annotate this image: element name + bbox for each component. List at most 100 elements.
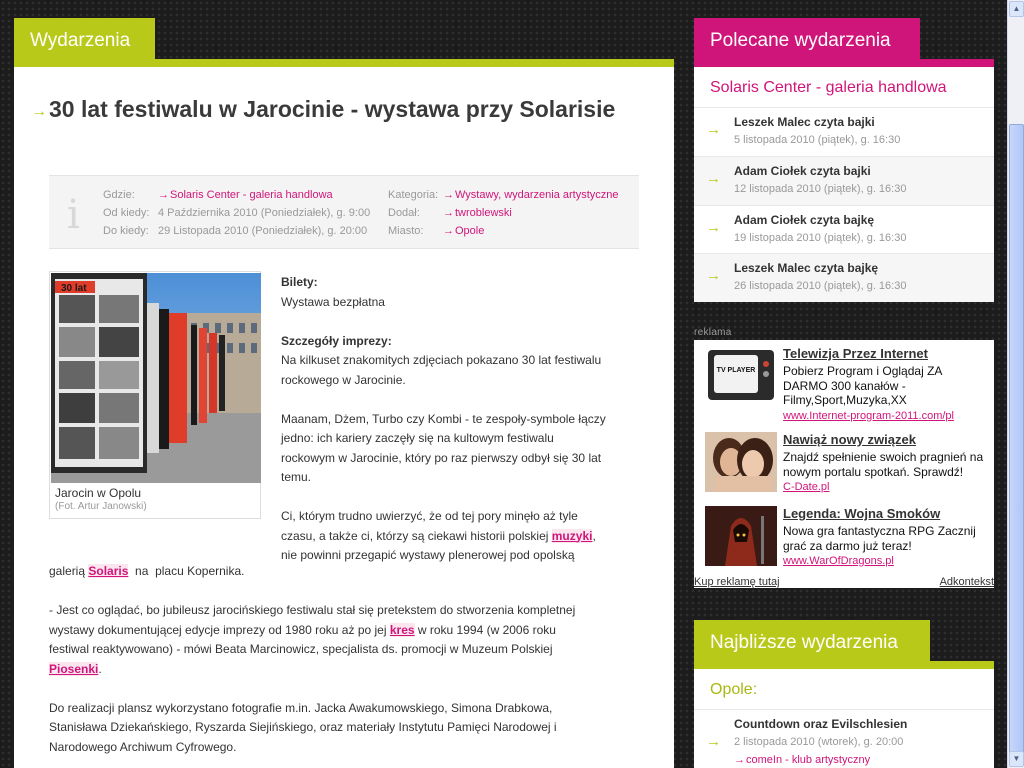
ad-url[interactable]: www.WarOfDragons.pl [783, 555, 894, 567]
paragraph-4-line-4: Piosenki. [49, 660, 649, 680]
ad-description: Nowa gra fantastyczna RPG Zacznij grać z… [783, 524, 976, 553]
ad-text: Nowa gra fantastyczna RPG Zacznij grać z… [783, 524, 988, 569]
recommended-event-date: 5 listopada 2010 (piątek), g. 16:30 [734, 134, 901, 146]
paragraph-4-text-end: w roku 1994 (w 2006 roku [414, 622, 556, 637]
info-from: Od kiedy: 4 Października 2010 (Poniedział… [103, 204, 370, 222]
scrollbar-thumb[interactable] [1009, 124, 1024, 762]
nearest-event-venue-link[interactable]: comeIn - klub artystyczny [734, 754, 870, 766]
paragraph-3-line-1: Ci, którym trudno uwierzyć, że od tej po… [281, 509, 578, 523]
paragraph-4-line-3: festiwal reaktywowano) - mówi Beata Marc… [49, 642, 553, 656]
info-added-link[interactable]: twroblewski [443, 207, 512, 219]
recommended-event-date: 26 listopada 2010 (piątek), g. 16:30 [734, 280, 907, 292]
recommended-event-item[interactable]: → Leszek Malec czyta bajki 5 listopada 2… [694, 108, 994, 156]
event-title: 30 lat festiwalu w Jarocinie - wystawa p… [49, 96, 616, 122]
paragraph-2-line-4: temu. [281, 470, 312, 484]
paragraph-2-line-1: Maanam, Dżem, Turbo czy Kombi - te zespo… [281, 411, 606, 426]
keyword-kres-link[interactable]: kres [389, 622, 415, 637]
info-category-link[interactable]: Wystawy, wydarzenia artystyczne [443, 189, 619, 201]
ad-title[interactable]: Nawiąż nowy związek [783, 432, 916, 447]
ad-item[interactable]: Nawiąż nowy związek Znajdź spełnienie sw… [694, 432, 994, 512]
info-from-value: 4 Października 2010 (Poniedziałek), g. 9… [158, 207, 371, 219]
info-added-label: Dodał: [388, 207, 420, 219]
warrior-photo-icon [705, 506, 777, 566]
paragraph-1-line-1: Na kilkuset znakomitych zdjęciach pokaza… [281, 353, 602, 367]
paragraph-2-line-3: rockowym w Jarocinie, który po raz pierw… [281, 450, 602, 465]
nearest-events-panel: Opole: → Countdown oraz Evilschlesien 2 … [694, 661, 994, 768]
recommended-events-panel: Solaris Center - galeria handlowa → Lesz… [694, 59, 994, 302]
recommended-event-date: 19 listopada 2010 (piątek), g. 16:30 [734, 232, 907, 244]
buy-ad-link[interactable]: Kup reklamę tutaj [694, 576, 780, 588]
recommended-event-item[interactable]: → Leszek Malec czyta bajkę 26 listopada … [694, 254, 994, 302]
info-city-label: Miasto: [388, 225, 424, 237]
ad-item[interactable]: Legenda: Wojna Smoków Nowa gra fantastyc… [694, 506, 994, 586]
paragraph-3-line-4: galerią Solaris na placu Kopernika. [49, 562, 649, 582]
info-from-label: Od kiedy: [103, 207, 150, 219]
scroll-up-arrow-icon[interactable]: ▲ [1009, 1, 1024, 17]
nearest-event-name[interactable]: Countdown oraz Evilschlesien [734, 717, 907, 731]
paragraph-3-text: czasu, a także ci, którzy są ciekawi his… [281, 528, 552, 543]
info-to-value: 29 Listopada 2010 (Poniedziałek), g. 20:… [158, 225, 368, 237]
info-category: Kategoria: Wystawy, wydarzenia artystyczn… [388, 186, 619, 204]
arrow-icon: → [706, 267, 721, 284]
ad-text: Znajdź spełnienie swoich pragnień na now… [783, 450, 988, 495]
nearest-events-tab[interactable]: Najbliższe wydarzenia [694, 620, 930, 661]
recommended-event-item[interactable]: → Adam Ciołek czyta bajki 12 listopada 2… [694, 157, 994, 205]
exhibition-sign-text: 30 lat [61, 283, 87, 294]
info-category-label: Kategoria: [388, 189, 439, 201]
tv-player-label: TV PLAYER [717, 367, 756, 374]
paragraph-3-ending: na placu Kopernika. [128, 564, 245, 578]
arrow-icon: → [706, 733, 721, 750]
recommended-event-name[interactable]: Adam Ciołek czyta bajkę [734, 213, 874, 227]
tv-player-icon: TV PLAYER [705, 346, 777, 406]
paragraph-2-line-2: jedno: ich kariery zaczęły się na kultow… [281, 431, 554, 445]
events-tab[interactable]: Wydarzenia [14, 18, 155, 59]
info-added: Dodał: twroblewski [388, 204, 512, 222]
ads-panel: TV PLAYER Telewizja Przez Internet Pobie… [694, 340, 994, 588]
paragraph-3-line-2: czasu, a także ci, którzy są ciekawi his… [281, 527, 651, 547]
arrow-icon: → [706, 219, 721, 236]
ad-provider-link[interactable]: Adkontekst [940, 576, 994, 588]
recommended-event-name[interactable]: Adam Ciołek czyta bajki [734, 164, 871, 178]
details-heading: Szczegóły imprezy: [281, 333, 392, 348]
keyword-muzyki-link[interactable]: muzyki [551, 528, 593, 543]
info-to-label: Do kiedy: [103, 225, 149, 237]
photo-caption: Jarocin w Opolu [55, 486, 142, 500]
tickets-heading: Bilety: [281, 275, 318, 289]
couple-photo-icon [705, 432, 777, 492]
nearest-event-date: 2 listopada 2010 (wtorek), g. 20:00 [734, 736, 904, 748]
keyword-solaris-link[interactable]: Solaris [88, 564, 129, 578]
recommended-event-item[interactable]: → Adam Ciołek czyta bajkę 19 listopada 2… [694, 206, 994, 254]
info-to: Do kiedy: 29 Listopada 2010 (Poniedziałek… [103, 222, 367, 240]
paragraph-4-line-1: - Jest co oglądać, bo jubileusz jarocińs… [49, 603, 576, 617]
tickets-text: Wystawa bezpłatna [281, 294, 385, 309]
info-where-link[interactable]: Solaris Center - galeria handlowa [158, 189, 333, 201]
info-where-label: Gdzie: [103, 189, 135, 201]
info-city: Miasto: Opole [388, 222, 484, 240]
nearest-event-item[interactable]: → Countdown oraz Evilschlesien 2 listopa… [694, 717, 994, 768]
paragraph-4-text: wystawy dokumentującej edycje imprezy od… [49, 622, 390, 637]
paragraph-4-period: . [98, 661, 102, 676]
title-arrow-icon: → [31, 103, 47, 120]
paragraph-5-line-2: Stanisława Dziekańskiego, Ryszarda Sieji… [49, 720, 557, 734]
recommended-venue-link[interactable]: Solaris Center - galeria handlowa [710, 79, 947, 97]
event-photo: 30 lat Jarocin w Opolu (Fot. Artur Janow… [49, 271, 261, 519]
nearest-city-heading: Opole: [710, 681, 758, 698]
recommended-events-tab[interactable]: Polecane wydarzenia [694, 18, 920, 59]
arrow-icon: → [706, 121, 721, 138]
ad-title[interactable]: Telewizja Przez Internet [783, 346, 928, 361]
ad-url[interactable]: C-Date.pl [783, 481, 829, 493]
paragraph-3-comma: , [592, 528, 596, 543]
ad-description: Znajdź spełnienie swoich pragnień na now… [783, 450, 984, 479]
paragraph-5-line-1: Do realizacji plansz wykorzystano fotogr… [49, 700, 553, 715]
recommended-event-name[interactable]: Leszek Malec czyta bajki [734, 115, 875, 129]
arrow-icon: → [706, 170, 721, 187]
ad-title[interactable]: Legenda: Wojna Smoków [783, 506, 940, 521]
info-city-link[interactable]: Opole [443, 225, 484, 237]
keyword-piosenki-link[interactable]: Piosenki [49, 661, 99, 676]
ad-url[interactable]: www.Internet-program-2011.com/pl [783, 410, 954, 422]
scroll-down-arrow-icon[interactable]: ▼ [1009, 751, 1024, 767]
vertical-scrollbar[interactable]: ▲ ▼ [1007, 0, 1024, 768]
recommended-event-name[interactable]: Leszek Malec czyta bajkę [734, 261, 878, 275]
ad-item[interactable]: TV PLAYER Telewizja Przez Internet Pobie… [694, 344, 994, 424]
ads-label: reklama [694, 327, 732, 338]
